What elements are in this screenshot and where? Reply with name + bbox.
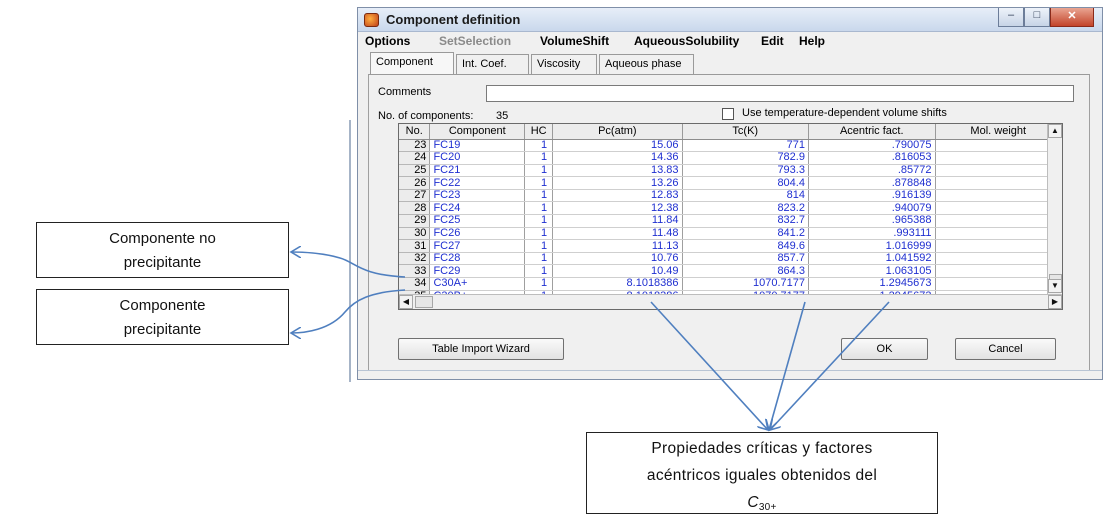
- arrow-pc: [650, 301, 768, 430]
- arrow-acentric: [770, 301, 890, 430]
- annotation-arrows: [0, 0, 890, 510]
- arrow-precipitating: [291, 289, 406, 333]
- arrow-non-precipitating: [291, 252, 406, 278]
